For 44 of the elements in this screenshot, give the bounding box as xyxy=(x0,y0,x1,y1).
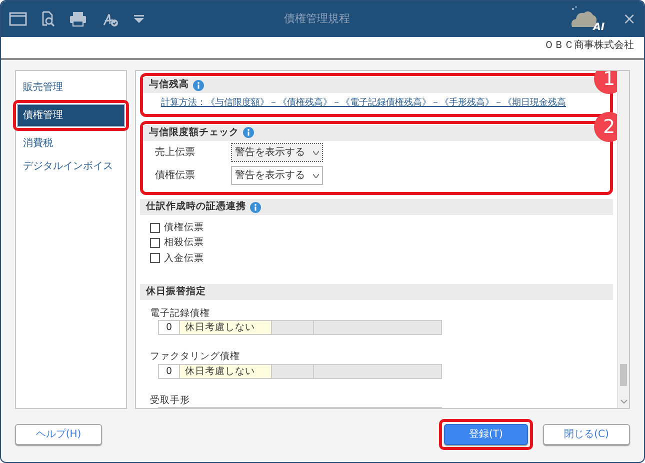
formula-link[interactable]: 計算方法：《与信限度額》－《債権残高》－《電子記録債権残高》－《手形残高》－《期日現金残高 xyxy=(143,93,584,111)
dropdown-icon[interactable] xyxy=(133,14,145,24)
info-icon[interactable] xyxy=(243,127,254,138)
callout-number: 1 xyxy=(594,71,617,94)
field-label: 電子記録債権 xyxy=(149,307,211,320)
checkbox-label: 債権伝票 xyxy=(164,221,204,236)
dropdown[interactable]: 警告を表示する xyxy=(231,143,323,162)
field-label: 売上伝票 xyxy=(155,146,196,160)
window-icon[interactable] xyxy=(9,11,27,27)
sidebar-item[interactable]: 販売管理 xyxy=(18,77,124,98)
close-button[interactable]: × xyxy=(622,11,636,27)
field-label: 債権伝票 xyxy=(155,168,196,183)
checkbox[interactable] xyxy=(150,222,160,233)
scrollbar[interactable] xyxy=(617,71,629,408)
callout-number: 2 xyxy=(594,112,617,142)
checkbox[interactable] xyxy=(150,253,160,264)
field-label: ファクタリング債権 xyxy=(149,350,241,364)
section-title: 与信限度額チェック xyxy=(149,126,239,140)
section-title: 休日振替指定 xyxy=(146,284,206,299)
caret-icon xyxy=(313,174,319,178)
section-title: 仕訳作成時の証憑連携 xyxy=(146,200,246,214)
section-title: 与信残高 xyxy=(149,78,189,92)
checkbox-label: 相殺伝票 xyxy=(164,236,204,250)
checkbox-label: 入金伝票 xyxy=(164,252,204,266)
sidebar-item[interactable]: 消費税 xyxy=(18,133,124,154)
info-icon[interactable] xyxy=(250,202,261,213)
sidebar-item[interactable]: 債権管理 xyxy=(17,104,125,127)
sidebar-item[interactable]: デジタルインボイス xyxy=(18,156,124,177)
scrollbar-thumb[interactable] xyxy=(620,364,627,386)
printer-icon[interactable] xyxy=(69,11,87,27)
footer-button[interactable]: 閉じる(C) xyxy=(543,424,630,445)
pdf-check-icon[interactable] xyxy=(101,11,119,27)
info-icon[interactable] xyxy=(193,80,204,91)
register-button[interactable]: 登録(T) xyxy=(444,424,528,445)
checkbox[interactable] xyxy=(150,238,160,248)
caret-icon xyxy=(313,150,319,154)
dropdown[interactable]: 警告を表示する xyxy=(231,166,323,185)
holiday-setting-field[interactable]: 0 休日考慮しない xyxy=(158,320,442,336)
search-document-icon[interactable] xyxy=(41,11,55,27)
holiday-setting-field[interactable]: 0 休日考慮しない xyxy=(158,364,442,379)
footer-button[interactable]: ヘルプ(H) xyxy=(15,424,102,445)
company-name: ＯＢＣ商事株式会社 xyxy=(1,37,644,60)
window-title: 債権管理規程 xyxy=(282,10,351,27)
field-label: 受取手形 xyxy=(149,394,191,408)
